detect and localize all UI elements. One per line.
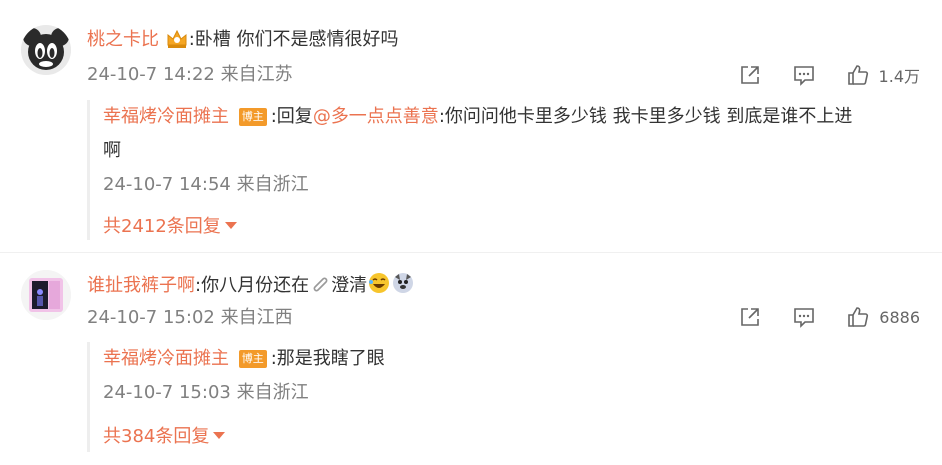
avatar[interactable] [21, 270, 71, 320]
share-icon[interactable] [739, 306, 761, 328]
like-count: 6886 [879, 307, 920, 327]
share-icon[interactable] [739, 64, 761, 86]
dog-face-emoji-icon [391, 271, 415, 303]
like-icon[interactable] [847, 64, 869, 86]
reply-block: 幸福烤冷面摊主 博主:回复@多一点点善意:你问问他卡里多少钱 我卡里多少钱 到底… [87, 100, 923, 240]
author-badge: 博主 [238, 108, 267, 126]
avatar-image [21, 25, 71, 75]
comment-icon[interactable] [793, 64, 815, 86]
reply-meta: 24-10-7 15:03 来自浙江 [103, 382, 309, 403]
comment-text-after: 澄清 [331, 275, 368, 296]
comment-icon[interactable] [793, 306, 815, 328]
author-badge: 博主 [238, 350, 267, 368]
avatar-image [21, 270, 71, 320]
chevron-down-icon [213, 432, 226, 439]
comment-item: 桃之卡比 :卧槽 你们不是感情很好吗 24-10-7 14:22 来自江苏 1.… [0, 0, 942, 255]
more-replies-link[interactable]: 共384条回复 [103, 424, 226, 450]
divider [0, 252, 942, 253]
more-replies-label: 共384条回复 [103, 426, 210, 447]
reply-text: :那是我瞎了眼 [270, 348, 385, 369]
comment-text-line: 谁扯我裤子啊:你八月份还在 澄清 [87, 271, 415, 303]
laughing-emoji-icon [367, 271, 391, 303]
comment-meta: 24-10-7 15:02 来自江西 [87, 307, 293, 328]
reply-text-line: 幸福烤冷面摊主 博主:回复@多一点点善意:你问问他卡里多少钱 我卡里多少钱 到底… [103, 104, 852, 130]
comment-text: :卧槽 你们不是感情很好吗 [188, 29, 399, 50]
more-replies-link[interactable]: 共2412条回复 [103, 214, 237, 240]
like-icon[interactable] [847, 306, 869, 328]
avatar[interactable] [21, 25, 71, 75]
comment-username[interactable]: 桃之卡比 [87, 29, 159, 50]
reply-prefix: :回复 [270, 106, 313, 127]
reply-block: 幸福烤冷面摊主 博主:那是我瞎了眼 24-10-7 15:03 来自浙江 共38… [87, 342, 923, 452]
vip-crown-icon [165, 27, 189, 57]
comment-meta: 24-10-7 14:22 来自江苏 [87, 64, 293, 85]
reply-mention[interactable]: @多一点点善意 [313, 106, 439, 127]
comment-actions: 6886 [739, 304, 920, 330]
comment-actions: 1.4万 [739, 62, 920, 88]
reply-text: :你问问他卡里多少钱 我卡里多少钱 到底是谁不上进 [438, 106, 853, 127]
reply-text-line: 幸福烤冷面摊主 博主:那是我瞎了眼 [103, 346, 385, 372]
comment-username[interactable]: 谁扯我裤子啊 [87, 275, 195, 296]
reply-username[interactable]: 幸福烤冷面摊主 [103, 106, 229, 127]
more-replies-label: 共2412条回复 [103, 216, 221, 237]
reply-text-continued: 啊 [103, 140, 121, 161]
like-count: 1.4万 [878, 67, 920, 86]
comment-text-before: :你八月份还在 [195, 275, 310, 296]
reply-username[interactable]: 幸福烤冷面摊主 [103, 348, 229, 369]
comment-text-line: 桃之卡比 :卧槽 你们不是感情很好吗 [87, 27, 399, 57]
chevron-down-icon [224, 222, 237, 229]
reply-meta: 24-10-7 14:54 来自浙江 [103, 174, 309, 195]
paperclip-emoji-icon [309, 273, 331, 303]
